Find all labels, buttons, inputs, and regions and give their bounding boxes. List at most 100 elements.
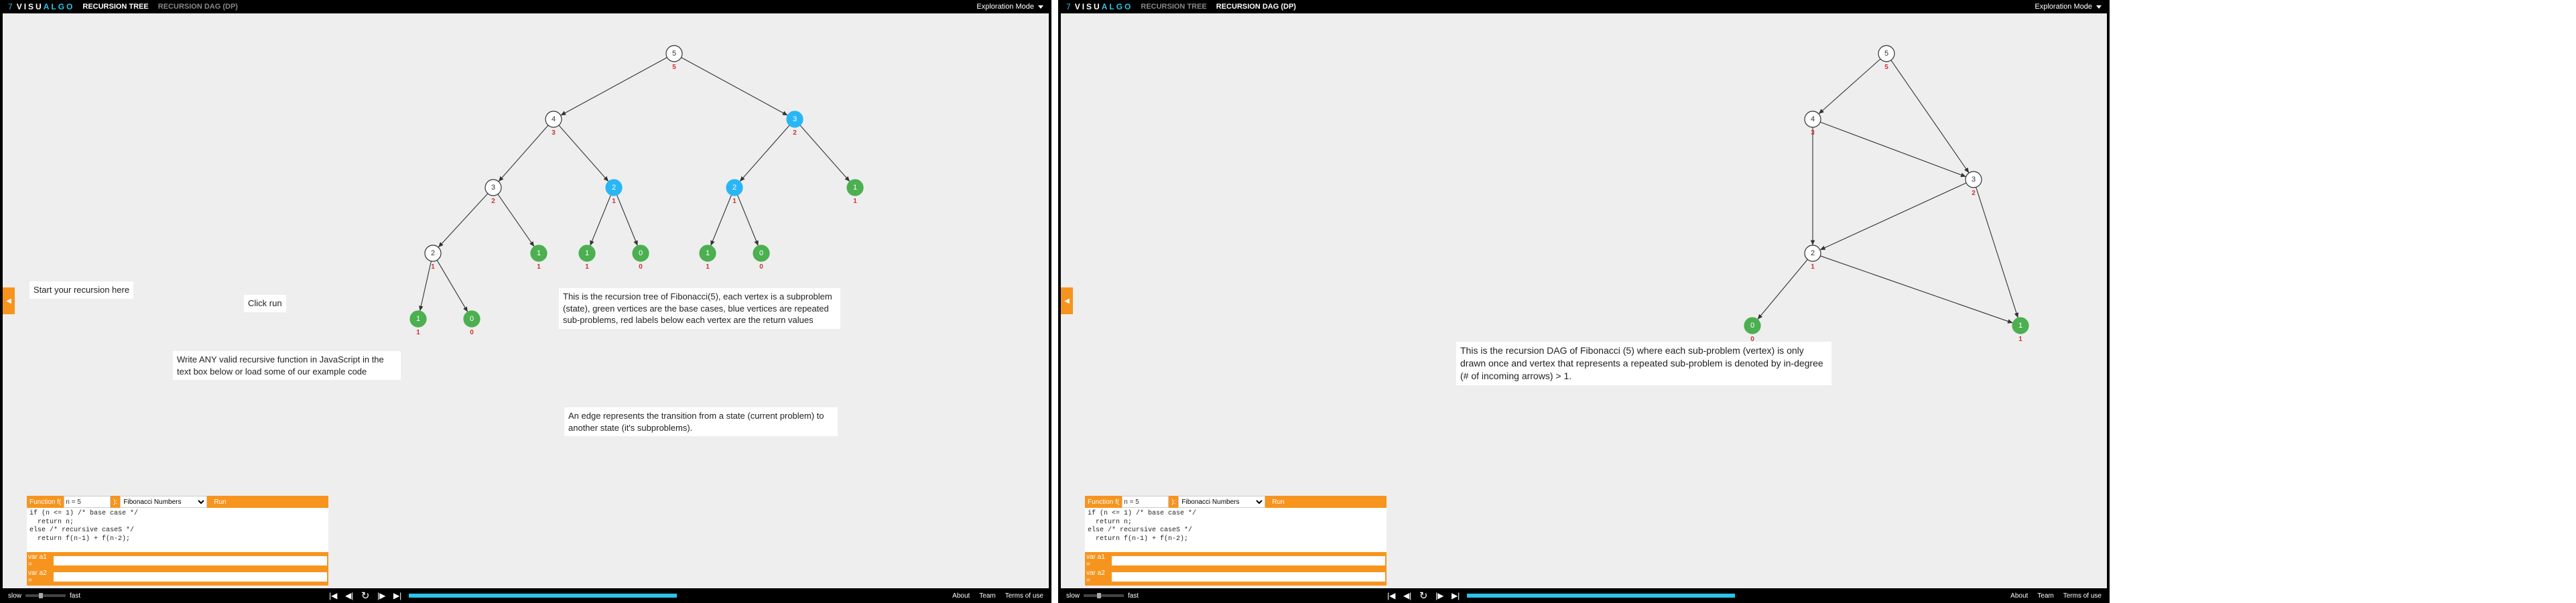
progress-bar[interactable]: [409, 594, 677, 598]
tab-recursion-tree[interactable]: RECURSION TREE: [1141, 3, 1206, 11]
footer: slow fast |◀ ◀| ↻ |▶ ▶| About Team Terms…: [1061, 588, 2107, 603]
svg-text:0: 0: [1750, 322, 1754, 330]
team-link[interactable]: Team: [979, 592, 995, 600]
team-link[interactable]: Team: [2037, 592, 2053, 600]
edge: [1758, 259, 1808, 320]
graph-node[interactable]: 32: [787, 111, 803, 137]
graph-node[interactable]: 00: [464, 311, 480, 336]
graph-node[interactable]: 00: [1744, 318, 1760, 343]
terms-link[interactable]: Terms of use: [2063, 592, 2102, 600]
graph-node[interactable]: 21: [1805, 245, 1821, 271]
edge: [617, 195, 638, 246]
graph-node[interactable]: 11: [579, 245, 595, 271]
about-link[interactable]: About: [952, 592, 970, 600]
run-button[interactable]: Run: [1265, 496, 1291, 508]
edge: [438, 194, 488, 247]
graph-node[interactable]: 32: [1966, 172, 1982, 197]
progress-bar[interactable]: [1467, 594, 1735, 598]
step-fwd-icon[interactable]: |▶: [377, 591, 386, 600]
tab-recursion-dag[interactable]: RECURSION DAG (DP): [158, 3, 238, 11]
header: 7 VISUALGO RECURSION TREE RECURSION DAG …: [1061, 0, 2107, 13]
graph-node[interactable]: 21: [425, 245, 441, 271]
anno-tree-explain: This is the recursion tree of Fibonacci(…: [559, 288, 840, 329]
preset-select[interactable]: Fibonacci Numbers: [1178, 496, 1265, 508]
mode-dropdown[interactable]: Exploration Mode: [2035, 3, 2102, 11]
step-back-icon[interactable]: ◀|: [344, 591, 354, 600]
graph-node[interactable]: 55: [666, 46, 682, 71]
mode-label: Exploration Mode: [2035, 3, 2092, 11]
viz-area-dag: 554332211100 This is the recursion DAG o…: [1061, 13, 2107, 588]
step-back-icon[interactable]: ◀|: [1403, 591, 1412, 600]
var2-input[interactable]: [54, 572, 327, 582]
var2-input[interactable]: [1112, 572, 1385, 582]
var1-input[interactable]: [1112, 556, 1385, 565]
edge: [1820, 256, 2012, 323]
edge: [561, 58, 667, 116]
graph-node[interactable]: 11: [847, 180, 863, 205]
svg-text:1: 1: [853, 198, 857, 205]
chevron-down-icon: [2096, 5, 2102, 9]
run-button[interactable]: Run: [207, 496, 233, 508]
step-fwd-icon[interactable]: |▶: [1435, 591, 1444, 600]
svg-text:3: 3: [1811, 129, 1815, 137]
svg-text:5: 5: [672, 50, 676, 58]
skip-fwd-icon[interactable]: ▶|: [1451, 591, 1460, 600]
mode-label: Exploration Mode: [976, 3, 1034, 11]
var1-label: var a1 =: [28, 553, 52, 568]
graph-node[interactable]: 32: [485, 180, 501, 205]
preset-select[interactable]: Fibonacci Numbers: [120, 496, 207, 508]
svg-text:2: 2: [793, 129, 797, 137]
graph-node[interactable]: 43: [1805, 111, 1821, 137]
n-input[interactable]: [64, 496, 111, 508]
skip-fwd-icon[interactable]: ▶|: [393, 591, 402, 600]
control-box: Function f( ): Fibonacci Numbers Run var…: [27, 496, 328, 586]
sidebar-toggle[interactable]: ◀: [1061, 287, 1073, 314]
mode-dropdown[interactable]: Exploration Mode: [976, 3, 1043, 11]
svg-text:3: 3: [491, 184, 495, 192]
svg-text:4: 4: [1811, 115, 1815, 123]
graph-node[interactable]: 11: [410, 311, 426, 336]
edge: [800, 125, 850, 182]
graph-node[interactable]: 43: [545, 111, 562, 137]
about-link[interactable]: About: [2010, 592, 2028, 600]
replay-icon[interactable]: ↻: [361, 591, 370, 600]
logo-text: VISUALGO: [17, 2, 75, 11]
edge: [738, 195, 759, 246]
anno-dag-explain: This is the recursion DAG of Fibonacci (…: [1456, 342, 1831, 385]
graph-node[interactable]: 00: [753, 245, 769, 271]
graph-node[interactable]: 11: [2012, 318, 2028, 343]
svg-text:1: 1: [537, 263, 541, 271]
skip-back-icon[interactable]: |◀: [1387, 591, 1396, 600]
logo: 7 VISUALGO: [1066, 2, 1133, 11]
terms-link[interactable]: Terms of use: [1005, 592, 1043, 600]
close-paren: ):: [1169, 496, 1178, 508]
sidebar-toggle[interactable]: ◀: [3, 287, 15, 314]
speed-control[interactable]: slow fast: [8, 592, 80, 600]
graph-node[interactable]: 11: [700, 245, 716, 271]
edge: [682, 58, 788, 116]
svg-text:1: 1: [416, 329, 420, 336]
graph-node[interactable]: 00: [633, 245, 649, 271]
svg-text:0: 0: [639, 249, 643, 257]
playback-controls: |◀ ◀| ↻ |▶ ▶|: [328, 591, 402, 600]
edge: [1820, 183, 1966, 250]
svg-text:2: 2: [612, 184, 616, 192]
svg-text:3: 3: [1972, 176, 1976, 184]
code-textarea[interactable]: [27, 508, 328, 552]
tab-recursion-tree[interactable]: RECURSION TREE: [82, 3, 148, 11]
replay-icon[interactable]: ↻: [1419, 591, 1428, 600]
svg-text:0: 0: [470, 329, 474, 336]
graph-node[interactable]: 55: [1878, 46, 1894, 71]
n-input[interactable]: [1122, 496, 1169, 508]
skip-back-icon[interactable]: |◀: [328, 591, 338, 600]
svg-text:1: 1: [585, 249, 589, 257]
anno-click-run: Click run: [244, 295, 286, 312]
svg-text:2: 2: [1972, 190, 1976, 197]
svg-text:1: 1: [706, 249, 710, 257]
graph-node[interactable]: 11: [531, 245, 547, 271]
var1-input[interactable]: [54, 556, 327, 565]
svg-text:2: 2: [732, 184, 736, 192]
tab-recursion-dag[interactable]: RECURSION DAG (DP): [1216, 3, 1296, 11]
code-textarea[interactable]: [1085, 508, 1387, 552]
speed-control[interactable]: slow fast: [1066, 592, 1139, 600]
